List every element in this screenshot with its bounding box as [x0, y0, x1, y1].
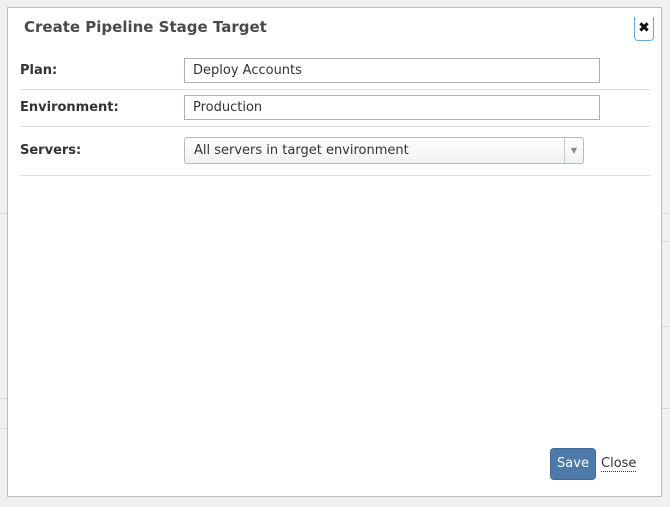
servers-select-value: All servers in target environment — [194, 143, 409, 158]
dialog-title: Create Pipeline Stage Target — [24, 18, 267, 36]
servers-label: Servers: — [20, 143, 82, 158]
servers-select[interactable]: All servers in target environment ▼ — [184, 137, 584, 164]
environment-field[interactable]: Production — [184, 95, 600, 120]
background-divider — [0, 213, 7, 214]
plan-label: Plan: — [20, 63, 58, 78]
save-button[interactable]: Save — [550, 448, 596, 480]
servers-row: Servers: All servers in target environme… — [20, 126, 650, 176]
background-divider — [662, 326, 670, 327]
plan-field[interactable]: Deploy Accounts — [184, 58, 600, 83]
background-divider — [662, 241, 670, 242]
chevron-down-icon[interactable]: ▼ — [564, 138, 583, 163]
background-divider — [0, 398, 7, 399]
environment-label: Environment: — [20, 100, 119, 115]
close-icon[interactable]: ✖ — [634, 17, 654, 41]
background-divider — [662, 213, 670, 214]
plan-row: Plan: Deploy Accounts — [20, 53, 650, 90]
close-link[interactable]: Close — [601, 456, 637, 472]
background-divider — [0, 428, 7, 429]
background-divider — [662, 408, 670, 409]
environment-row: Environment: Production — [20, 89, 650, 127]
create-pipeline-stage-target-dialog: Create Pipeline Stage Target ✖ Plan: Dep… — [7, 7, 662, 497]
